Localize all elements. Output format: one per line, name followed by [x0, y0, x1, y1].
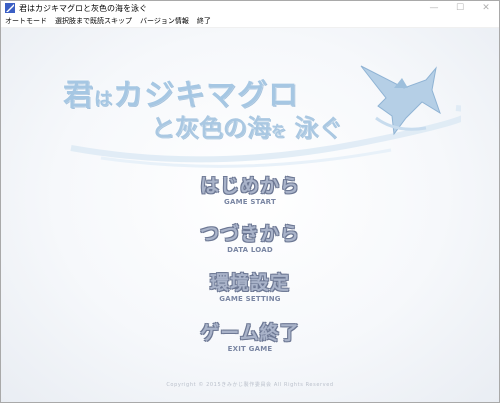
- data-load-label: つづきから: [199, 223, 300, 245]
- copyright-notice: Copyright © 2015きみかじ製作委員会 All Rights Res…: [166, 382, 334, 388]
- logo-text-kimi: 君: [63, 78, 94, 113]
- logo-text-wa: は: [94, 89, 113, 110]
- game-setting-sublabel: GAME SETTING: [219, 295, 281, 303]
- logo-text-oyogu: 泳ぐ: [294, 114, 343, 142]
- logo-text-haiiro: と灰色の海: [151, 114, 271, 142]
- logo-title-line2: と灰色の海を 泳ぐ: [151, 108, 342, 143]
- game-setting-label: 環境設定: [209, 272, 290, 294]
- logo-text-wo: を: [271, 122, 287, 140]
- menu-version-info[interactable]: バージョン情報: [140, 15, 189, 27]
- window-controls: — ☐ ✕: [421, 1, 499, 15]
- game-start-button[interactable]: はじめから GAME START: [1, 175, 499, 207]
- close-button[interactable]: ✕: [473, 1, 499, 15]
- app-icon: [5, 3, 15, 13]
- menu-bar: オートモード 選択肢まで既読スキップ バージョン情報 終了: [1, 15, 499, 28]
- maximize-button[interactable]: ☐: [447, 1, 473, 15]
- app-window: 君はカジキマグロと灰色の海を泳ぐ — ☐ ✕ オートモード 選択肢まで既読スキッ…: [0, 0, 500, 403]
- game-start-label: はじめから: [199, 175, 300, 197]
- exit-game-label: ゲーム終了: [200, 322, 300, 344]
- game-start-sublabel: GAME START: [224, 198, 276, 206]
- marlin-logo-icon: [360, 65, 441, 136]
- minimize-button[interactable]: —: [421, 1, 447, 15]
- window-title: 君はカジキマグロと灰色の海を泳ぐ: [19, 3, 147, 13]
- data-load-sublabel: DATA LOAD: [227, 246, 273, 254]
- menu-skip-read[interactable]: 選択肢まで既読スキップ: [55, 15, 132, 27]
- menu-exit[interactable]: 終了: [197, 15, 211, 27]
- exit-game-button[interactable]: ゲーム終了 EXIT GAME: [1, 322, 499, 354]
- title-bar[interactable]: 君はカジキマグロと灰色の海を泳ぐ — ☐ ✕: [1, 1, 499, 15]
- data-load-button[interactable]: つづきから DATA LOAD: [1, 223, 499, 255]
- game-setting-button[interactable]: 環境設定 GAME SETTING: [1, 272, 499, 304]
- exit-game-sublabel: EXIT GAME: [227, 345, 273, 353]
- game-screen[interactable]: 君はカジキマグロ と灰色の海を 泳ぐ はじめから GAME START つづきか…: [1, 28, 499, 402]
- menu-auto-mode[interactable]: オートモード: [5, 15, 47, 27]
